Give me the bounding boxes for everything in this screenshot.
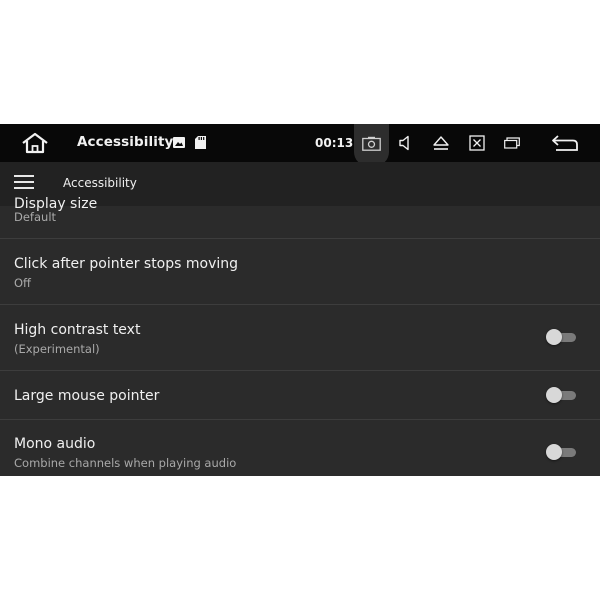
high-contrast-toggle[interactable] [546,329,576,345]
list-item-display-size[interactable]: Display size Default [0,196,600,239]
status-bar-title: Accessibility [77,134,174,150]
screenshot-icon [362,136,381,151]
back-icon[interactable] [551,134,579,152]
menu-icon[interactable] [14,175,34,191]
android-screen: Accessibility 00:13 Accessibility Displa… [0,124,600,476]
list-item-title: Click after pointer stops moving [14,256,239,272]
sd-card-icon [195,136,206,149]
list-item-title: Large mouse pointer [14,388,160,404]
list-item-high-contrast-text[interactable]: High contrast text (Experimental) [0,305,600,371]
home-icon[interactable] [21,132,49,154]
mono-audio-toggle[interactable] [546,444,576,460]
volume-icon[interactable] [398,135,414,151]
list-item-subtitle: Off [14,276,31,290]
list-item-click-after-pointer-stops[interactable]: Click after pointer stops moving Off [0,239,600,305]
image-icon [173,137,185,148]
clock: 00:13 [315,136,354,150]
large-pointer-toggle[interactable] [546,387,576,403]
list-item-title: High contrast text [14,322,141,338]
list-item-large-mouse-pointer[interactable]: Large mouse pointer [0,371,600,420]
close-window-icon[interactable] [469,135,485,151]
list-item-subtitle: Default [14,210,57,224]
list-item-mono-audio[interactable]: Mono audio Combine channels when playing… [0,420,600,476]
screenshot-button[interactable] [354,124,389,166]
eject-icon[interactable] [432,135,450,151]
page-title: Accessibility [63,176,137,190]
list-item-title: Mono audio [14,436,96,452]
window-icon[interactable] [504,137,520,149]
list-item-subtitle: Combine channels when playing audio [14,456,237,470]
list-item-subtitle: (Experimental) [14,342,100,356]
status-bar: Accessibility 00:13 [0,124,600,166]
